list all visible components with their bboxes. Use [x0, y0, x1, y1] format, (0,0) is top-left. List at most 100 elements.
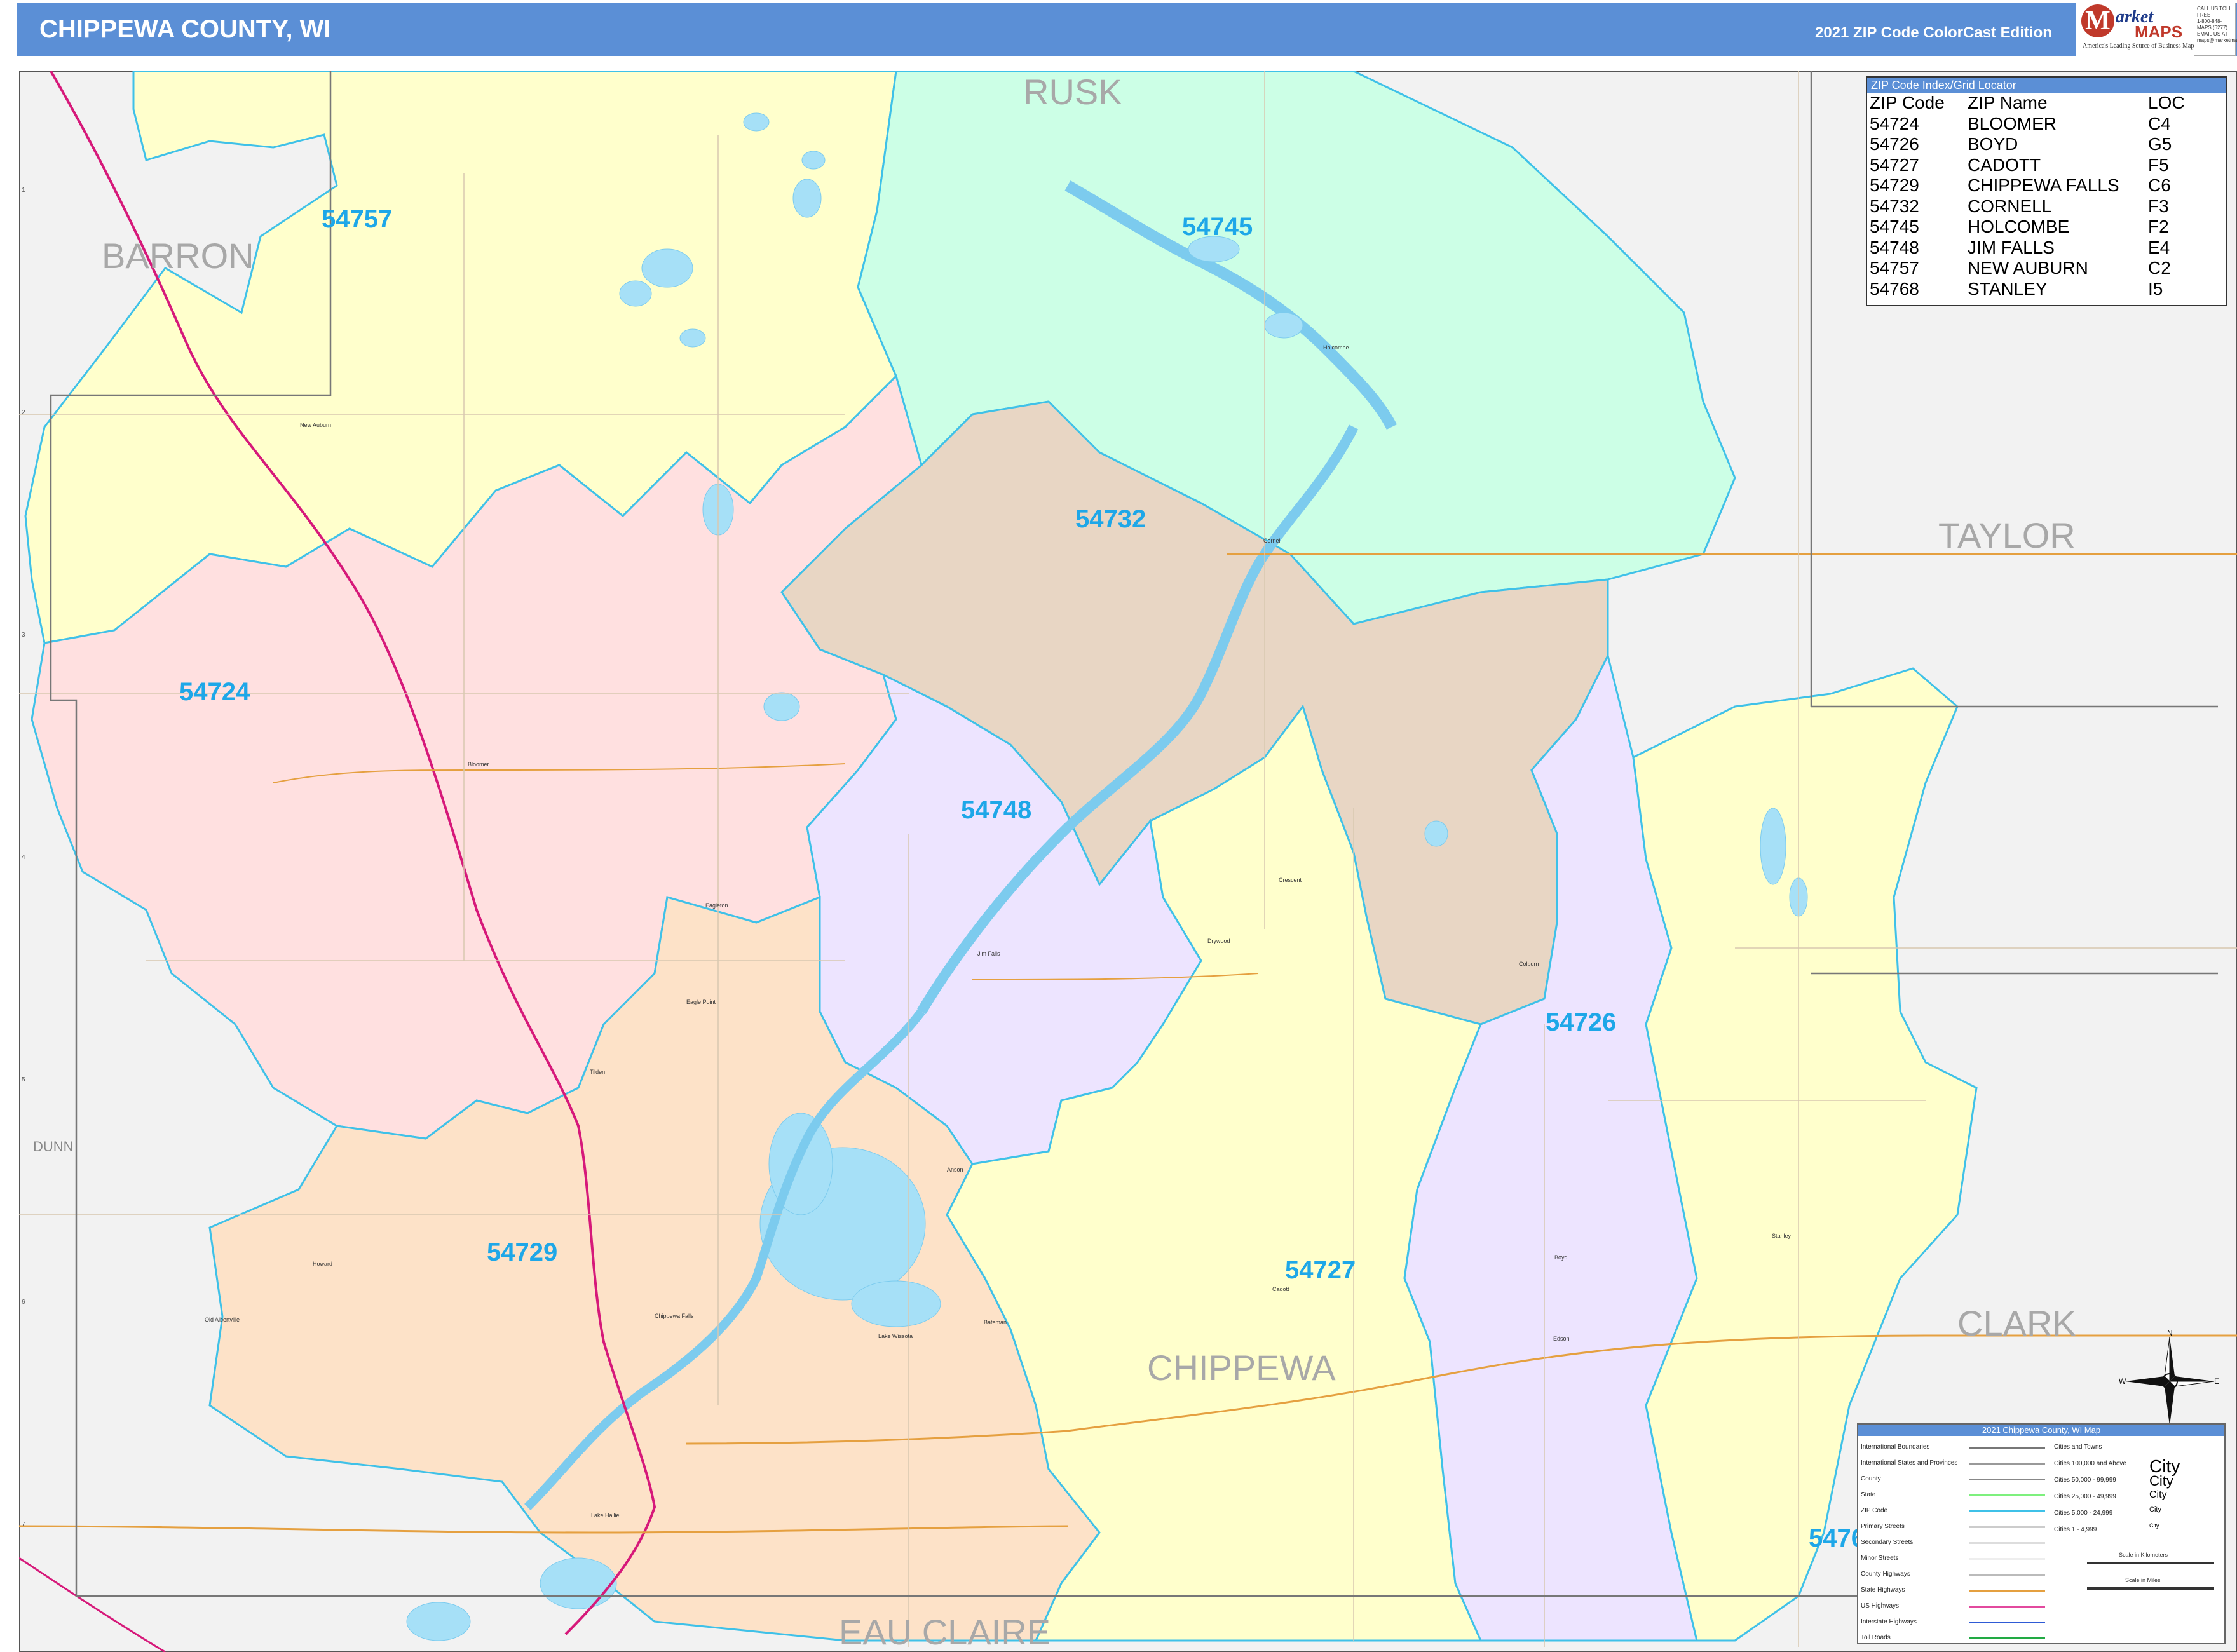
table-row: 54748 JIM FALLS E4: [1870, 238, 2218, 259]
scale-km-label: Scale in Kilometers: [2119, 1552, 2168, 1558]
logo-m-icon: M: [2081, 4, 2114, 37]
name-cell: STANLEY: [1968, 278, 2048, 299]
zip-label-54724: 54724: [179, 678, 250, 706]
zip-code-index: ZIP Code Index/Grid Locator ZIP Code ZIP…: [1866, 76, 2227, 306]
compass-e: E: [2214, 1377, 2219, 1386]
legend-row-swatch: [1969, 1622, 2045, 1623]
zip-map-svg[interactable]: A B C D E F G H I 1 2 3 4 5 6 7 BARRON R…: [19, 71, 2237, 1652]
town-label: Eagle Point: [686, 999, 716, 1005]
zip-label-54732: 54732: [1075, 505, 1146, 533]
column-header-name: ZIP Name: [1968, 93, 2048, 112]
legend-row-label: Secondary Streets: [1861, 1539, 1914, 1546]
grid-column-label: H: [1690, 71, 1695, 72]
name-cell: JIM FALLS: [1968, 237, 2055, 257]
town-label: Lake Hallie: [591, 1512, 620, 1519]
legend-row: Toll Roads: [1861, 1630, 2051, 1646]
legend-title: 2021 Chippewa County, WI Map: [1858, 1425, 2224, 1436]
table-row: 54768 STANLEY I5: [1870, 279, 2218, 300]
loc-cell: C6: [2148, 175, 2171, 195]
legend-row-label: Toll Roads: [1861, 1634, 1891, 1641]
legend-city-row: Cities 5,000 - 24,999 City: [2054, 1506, 2219, 1522]
column-header-zip: ZIP Code: [1870, 93, 1945, 112]
legend-row: International States and Provinces: [1861, 1456, 2051, 1472]
county-label-barron: BARRON: [102, 236, 254, 276]
town-label: Lake Wissota: [878, 1333, 913, 1339]
zip-label-54729: 54729: [487, 1238, 557, 1266]
zip-cell: 54745: [1870, 217, 1919, 236]
grid-row-label: 4: [22, 854, 25, 861]
compass-n: N: [2167, 1330, 2173, 1337]
grid-row-label: 3: [22, 632, 25, 639]
town-label: Cadott: [1272, 1286, 1289, 1292]
legend-row-label: County: [1861, 1475, 1881, 1482]
legend-cities: Cities and Towns Cities 100,000 and Abov…: [2054, 1440, 2219, 1539]
legend-cities-header-label: Cities and Towns: [2054, 1444, 2102, 1451]
legend-row: Primary Streets: [1861, 1519, 2051, 1535]
legend-row-label: Minor Streets: [1861, 1555, 1899, 1562]
map-canvas[interactable]: A B C D E F G H I 1 2 3 4 5 6 7 BARRON R…: [19, 71, 2237, 1652]
loc-cell: F5: [2148, 154, 2169, 175]
legend-row-swatch: [1969, 1510, 2045, 1512]
name-cell: CADOTT: [1968, 154, 2041, 175]
loc-cell: F2: [2148, 217, 2169, 236]
name-cell: HOLCOMBE: [1968, 217, 2070, 236]
legend-city-label: Cities 100,000 and Above: [2054, 1460, 2126, 1467]
town-label: Boyd: [1554, 1254, 1568, 1261]
town-label: Stanley: [1772, 1233, 1792, 1239]
compass-rose-icon: N S W E: [2119, 1330, 2219, 1432]
town-label: Chippewa Falls: [655, 1313, 694, 1319]
map-title: CHIPPEWA COUNTY, WI: [39, 15, 331, 43]
legend-row: County Highways: [1861, 1567, 2051, 1583]
legend-row-label: State: [1861, 1491, 1876, 1498]
column-header-loc: LOC: [2148, 93, 2185, 112]
town-label: Anson: [947, 1167, 963, 1173]
county-label-eau-claire: EAU CLAIRE: [839, 1612, 1051, 1652]
loc-cell: E4: [2148, 237, 2170, 257]
table-row: 54727 CADOTT F5: [1870, 155, 2218, 176]
scale-bars: Scale in Kilometers Scale in Miles: [2081, 1552, 2220, 1615]
legend-row-label: County Highways: [1861, 1571, 1910, 1578]
contact-line: 1-800-848-MAPS (6277): [2197, 18, 2228, 30]
legend-city-label: Cities 50,000 - 99,999: [2054, 1477, 2116, 1484]
legend-row-label: Interstate Highways: [1861, 1618, 1917, 1625]
scale-mi-label: Scale in Miles: [2125, 1577, 2161, 1583]
zip-cell: 54748: [1870, 237, 1919, 257]
table-row: 54745 HOLCOMBE F2: [1870, 217, 2218, 238]
compass-w: W: [2119, 1377, 2126, 1386]
name-cell: CHIPPEWA FALLS: [1968, 175, 2119, 195]
legend-row-label: International Boundaries: [1861, 1444, 1930, 1451]
town-label: Drywood: [1207, 938, 1230, 944]
zip-cell: 54768: [1870, 278, 1919, 299]
legend-row-swatch: [1969, 1447, 2045, 1449]
loc-cell: F3: [2148, 196, 2169, 216]
legend-row-swatch: [1969, 1606, 2045, 1608]
table-row: 54732 CORNELL F3: [1870, 196, 2218, 217]
legend-row-swatch: [1969, 1526, 2045, 1528]
zip-cell: 54732: [1870, 196, 1919, 216]
legend-row-label: International States and Provinces: [1861, 1459, 1958, 1466]
zip-cell: 54724: [1870, 113, 1919, 133]
grid-row-label: 7: [22, 1521, 25, 1528]
zip-label-54726: 54726: [1546, 1008, 1616, 1036]
legend-row-label: ZIP Code: [1861, 1507, 1888, 1514]
town-label: Crescent: [1279, 877, 1302, 883]
grid-column-label: A: [133, 71, 138, 72]
legend-city-label: Cities 1 - 4,999: [2054, 1526, 2097, 1533]
zip-label-54748: 54748: [961, 796, 1031, 824]
contact-line: CALL US TOLL FREE: [2197, 6, 2232, 18]
legend-cities-header: Cities and Towns: [2054, 1440, 2219, 1456]
legend-city-sample: City: [2149, 1489, 2167, 1500]
zip-label-54757: 54757: [322, 205, 392, 233]
town-label: Tilden: [590, 1069, 605, 1075]
legend-row: County: [1861, 1472, 2051, 1487]
legend-line-types: International Boundaries International St…: [1861, 1440, 2051, 1646]
market-maps-logo[interactable]: M arket MAPS America's Leading Source of…: [2076, 3, 2210, 57]
legend-row: Minor Streets: [1861, 1551, 2051, 1567]
county-label-taylor: TAYLOR: [1938, 515, 2076, 555]
grid-column-label: G: [1468, 71, 1473, 72]
zip-cell: 54726: [1870, 134, 1919, 154]
edition-label: 2021 ZIP Code ColorCast Edition: [1815, 24, 2052, 41]
town-label: Howard: [313, 1261, 332, 1267]
legend-city-sample: City: [2149, 1473, 2173, 1489]
loc-cell: G5: [2148, 134, 2172, 154]
